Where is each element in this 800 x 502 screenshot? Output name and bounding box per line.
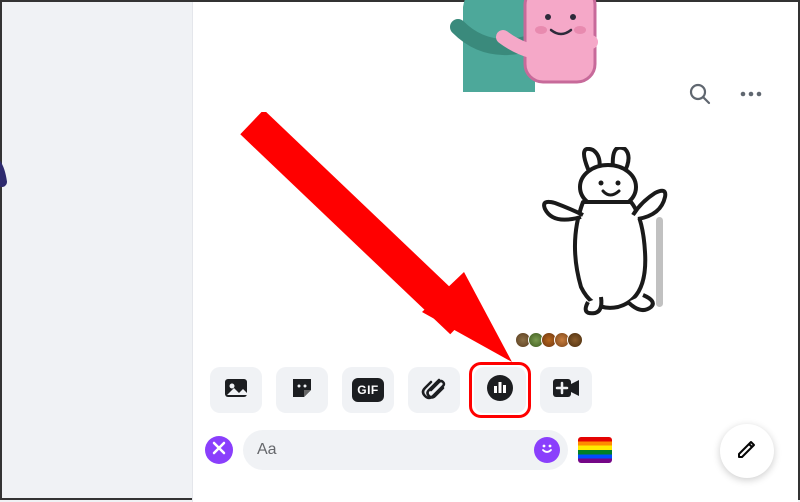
- receipt-avatar: [567, 332, 583, 348]
- search-icon: [688, 82, 712, 106]
- gif-button[interactable]: GIF: [342, 367, 394, 413]
- chat-panel: [192, 2, 672, 502]
- close-icon: [212, 441, 226, 460]
- conversation-info-panel: [670, 2, 798, 502]
- attachment-toolbar: GIF: [210, 367, 592, 413]
- photo-button[interactable]: [210, 367, 262, 413]
- message-input[interactable]: Aa: [243, 430, 568, 470]
- photo-icon: [223, 375, 249, 406]
- new-message-button[interactable]: [720, 424, 774, 478]
- sticker-dancing-bunny[interactable]: [533, 147, 673, 317]
- close-attachments-button[interactable]: [205, 436, 233, 464]
- more-options-button[interactable]: [738, 82, 764, 111]
- emoji-button[interactable]: [534, 437, 560, 463]
- sticker-hugging-characters[interactable]: [443, 0, 613, 92]
- paperclip-icon: [421, 375, 447, 406]
- composer-row: Aa: [205, 430, 612, 470]
- highlight-annotation: [469, 362, 531, 418]
- sticker-icon: [289, 375, 315, 406]
- read-receipts: [518, 332, 583, 348]
- attachment-button[interactable]: [408, 367, 460, 413]
- like-pride-button[interactable]: [578, 437, 612, 463]
- sticker-waving-blob: [0, 142, 12, 402]
- more-icon: [738, 82, 764, 106]
- search-button[interactable]: [688, 82, 712, 111]
- input-placeholder: Aa: [257, 441, 277, 459]
- sticker-button[interactable]: [276, 367, 328, 413]
- poll-button[interactable]: [474, 367, 526, 413]
- sticker-picker-area: [193, 2, 671, 382]
- gif-icon: GIF: [352, 378, 384, 402]
- smiley-icon: [538, 439, 556, 462]
- compose-icon: [735, 437, 759, 466]
- video-plus-icon: [552, 377, 580, 404]
- video-button[interactable]: [540, 367, 592, 413]
- scrollbar-thumb[interactable]: [656, 217, 663, 307]
